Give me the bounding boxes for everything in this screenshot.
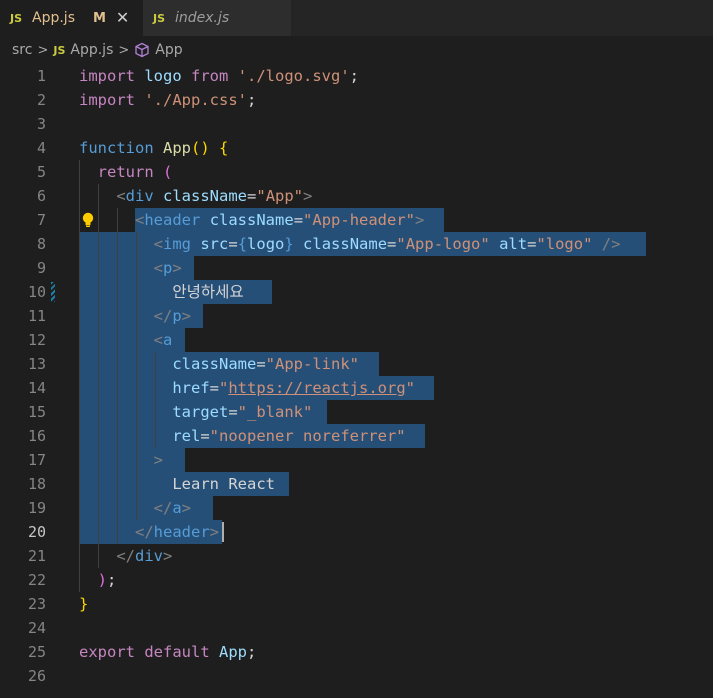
tab-bar: JS App.js M ✕ JS index.js: [0, 0, 713, 36]
text-cursor: [222, 522, 224, 542]
line-number: 22: [27, 571, 46, 589]
code-line: >: [153, 451, 163, 469]
code-line: target="_blank": [172, 403, 313, 421]
code-line: import logo from './logo.svg';: [79, 67, 360, 85]
tab-index-js[interactable]: JS index.js: [143, 0, 292, 36]
code-line: <p>: [153, 259, 182, 277]
breadcrumb: src > JS App.js > App: [0, 36, 713, 64]
code-line: </header>: [135, 523, 220, 541]
code-line: export default App;: [79, 643, 257, 661]
js-file-icon: JS: [53, 43, 66, 57]
modified-line-indicator: [51, 282, 55, 302]
code-line: <a: [153, 331, 173, 349]
breadcrumb-file[interactable]: App.js: [70, 42, 113, 58]
line-number: 14: [27, 379, 46, 397]
code-line: className="App-link": [172, 355, 359, 373]
line-number: 15: [27, 403, 46, 421]
js-file-icon: JS: [153, 11, 166, 25]
line-number: 21: [27, 547, 46, 565]
breadcrumb-folder[interactable]: src: [12, 42, 32, 58]
line-number: 2: [36, 91, 46, 109]
code-line: </div>: [116, 547, 173, 565]
line-number: 1: [36, 67, 46, 85]
line-number: 8: [36, 235, 46, 253]
code-editor[interactable]: 1 import logo from './logo.svg'; 2 impor…: [0, 64, 713, 698]
code-line: rel="noopener noreferrer": [172, 427, 406, 445]
tab-app-js[interactable]: JS App.js M ✕: [0, 0, 143, 36]
line-number: 18: [27, 475, 46, 493]
line-number: 7: [36, 211, 46, 229]
line-number: 20: [27, 523, 46, 541]
js-file-icon: JS: [10, 11, 23, 25]
tab-label: index.js: [175, 10, 230, 26]
tab-label: App.js: [32, 10, 75, 26]
modified-indicator: M: [92, 10, 106, 26]
line-number: 17: [27, 451, 46, 469]
line-number: 6: [36, 187, 46, 205]
line-number: 5: [36, 163, 46, 181]
code-line: <img src={logo} className="App-logo" alt…: [153, 235, 621, 253]
code-line: Learn React: [172, 475, 275, 493]
code-line: href="https://reactjs.org": [172, 379, 415, 397]
code-line: );: [97, 571, 117, 589]
code-line: }: [79, 595, 89, 613]
code-line: function App() {: [79, 139, 229, 157]
code-line: <div className="App">: [116, 187, 313, 205]
line-number: 9: [36, 259, 46, 277]
line-number: 4: [36, 139, 46, 157]
line-number: 26: [27, 667, 46, 685]
line-number: 13: [27, 355, 46, 373]
line-number: 25: [27, 643, 46, 661]
line-number: 24: [27, 619, 46, 637]
code-line: </a>: [153, 499, 192, 517]
line-number: 16: [27, 427, 46, 445]
line-number: 3: [36, 115, 46, 133]
chevron-right-icon: >: [37, 42, 49, 58]
code-line: </p>: [153, 307, 192, 325]
close-icon[interactable]: ✕: [116, 10, 129, 26]
line-number: 19: [27, 499, 46, 517]
chevron-right-icon: >: [118, 42, 130, 58]
breadcrumb-symbol[interactable]: App: [155, 42, 182, 58]
symbol-method-icon: [135, 42, 149, 58]
code-line: import './App.css';: [79, 91, 257, 109]
line-number: 23: [27, 595, 46, 613]
code-line: return (: [97, 163, 173, 181]
line-number: 10: [27, 283, 46, 301]
line-number: 11: [27, 307, 46, 325]
code-line: <header className="App-header">: [135, 211, 425, 229]
line-number: 12: [27, 331, 46, 349]
code-line: 안녕하세요: [172, 283, 244, 301]
